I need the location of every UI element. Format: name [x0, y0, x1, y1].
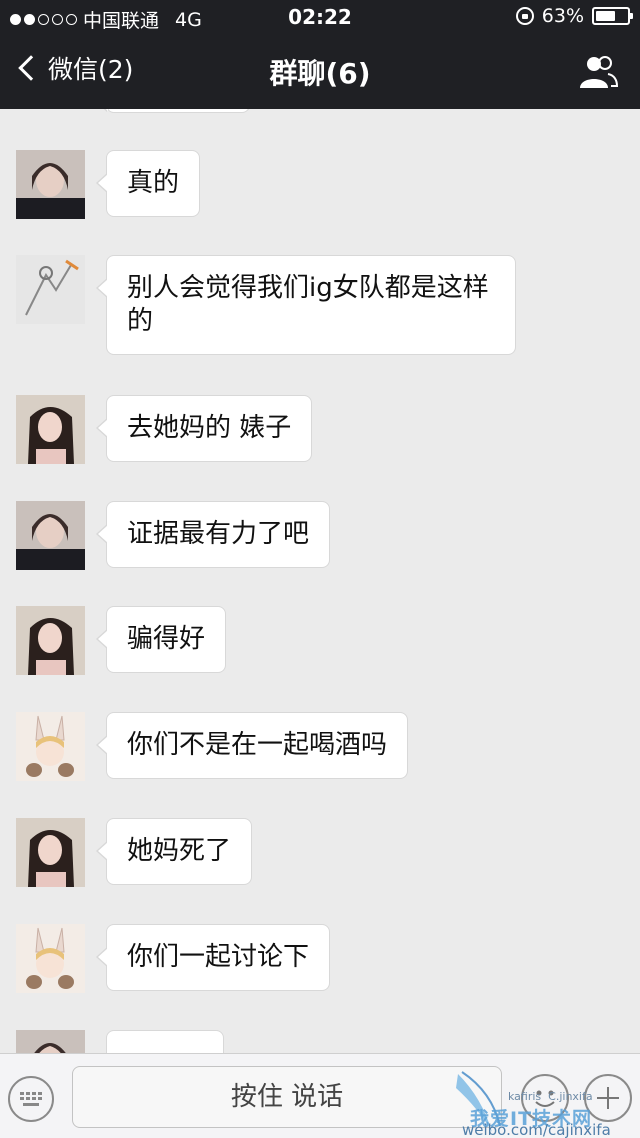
watermark-url: weibo.com/cajinxifa [462, 1121, 611, 1138]
message-bubble[interactable] [106, 1030, 224, 1053]
battery-icon [592, 7, 633, 25]
hold-to-talk-button[interactable]: 按住 说话 [72, 1066, 502, 1128]
avatar-bunny-icon [16, 712, 85, 781]
battery-percent: 63% [541, 5, 584, 27]
avatar-girl-icon [16, 818, 85, 887]
avatar-bunny-icon [16, 924, 85, 993]
avatar[interactable] [16, 255, 85, 324]
page-title: 群聊(6) [269, 57, 371, 90]
avatar-girl-icon [16, 395, 85, 464]
status-right: 63% [515, 5, 633, 27]
message-bubble[interactable]: 她妈死了 [95, 818, 253, 885]
keyboard-toggle-button[interactable] [8, 1076, 54, 1122]
message-bubble[interactable]: 去她妈的 婊子 [95, 395, 313, 462]
status-bar: 中国联通 4G 02:22 63% [0, 0, 640, 36]
avatar[interactable] [16, 924, 85, 993]
message-bubble[interactable]: 真的 [95, 150, 201, 217]
avatar[interactable] [16, 606, 85, 675]
rotation-lock-icon [515, 7, 534, 25]
message-bubble[interactable]: 你们不是在一起喝酒吗 [95, 712, 409, 779]
avatar[interactable] [16, 1030, 85, 1053]
top-bar: 中国联通 4G 02:22 63% 微信(2) 群聊(6) [0, 0, 640, 109]
avatar[interactable] [16, 395, 85, 464]
avatar-girl-icon [16, 606, 85, 675]
watermark-small-text: kafiris C.jinxifa [508, 1090, 593, 1103]
message-bubble[interactable]: 你们一起讨论下 [95, 924, 331, 991]
avatar-girl-icon [16, 1030, 85, 1053]
group-members-icon[interactable] [578, 54, 618, 90]
avatar-girl-icon [16, 150, 85, 219]
message-bubble[interactable]: 别人会觉得我们ig女队都是这样的 [96, 255, 516, 355]
nav-bar: 微信(2) 群聊(6) [0, 36, 640, 109]
avatar-sketch-icon [16, 255, 85, 324]
avatar[interactable] [16, 818, 85, 887]
avatar[interactable] [16, 712, 85, 781]
avatar[interactable] [16, 150, 85, 219]
message-bubble [96, 109, 250, 113]
message-bubble[interactable]: 证据最有力了吧 [95, 501, 331, 568]
message-bubble[interactable]: 骗得好 [95, 606, 227, 673]
message-list[interactable]: 真的 别人会觉得我们ig女队都是这样的 去她妈的 婊子 证据最有力了吧 骗得好 … [0, 109, 640, 1053]
avatar-girl-icon [16, 501, 85, 570]
avatar[interactable] [16, 501, 85, 570]
keyboard-icon [20, 1092, 42, 1106]
